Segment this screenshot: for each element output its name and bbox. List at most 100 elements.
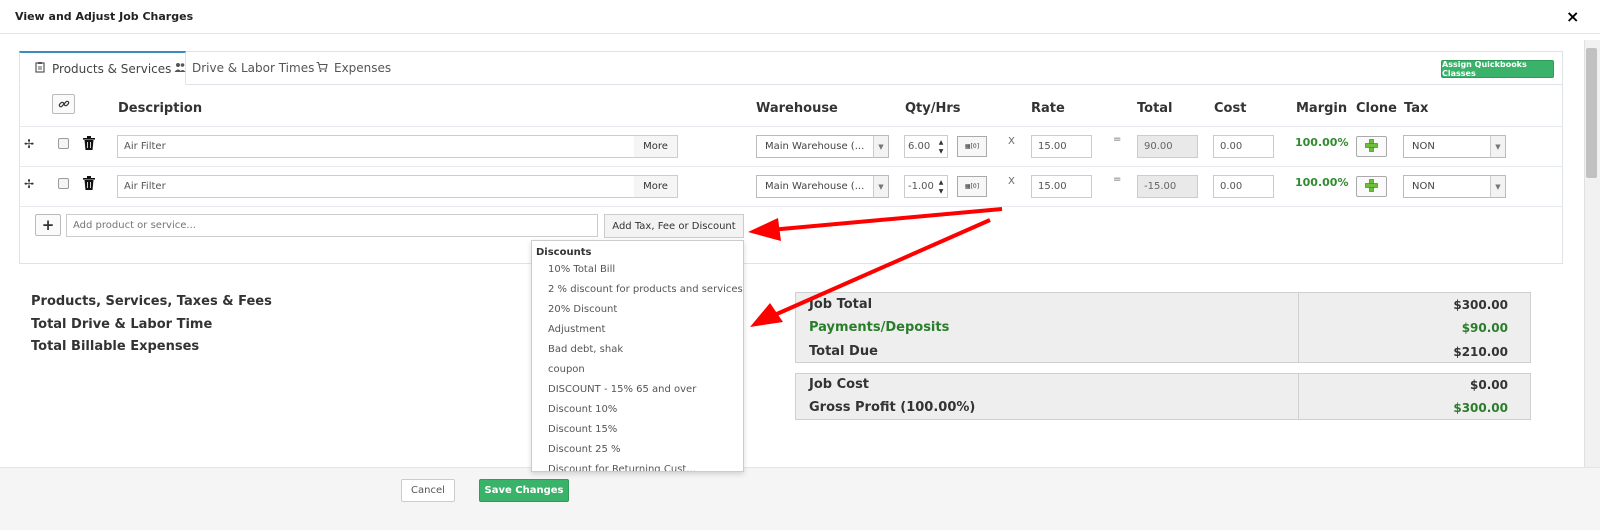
summary-drive-labor: Total Drive & Labor Time bbox=[31, 317, 213, 332]
dropdown-item[interactable]: Discount 25 % bbox=[548, 444, 621, 455]
drag-handle-icon[interactable]: ✢ bbox=[24, 137, 34, 151]
column-header-tax: Tax bbox=[1404, 101, 1429, 116]
description-input[interactable]: Air Filter bbox=[117, 175, 635, 198]
tax-select[interactable]: NON bbox=[1403, 135, 1492, 158]
qty-input[interactable]: -1.00 bbox=[904, 175, 936, 198]
qty-stepper[interactable]: ▲ ▼ bbox=[935, 135, 948, 158]
qty-input[interactable]: 6.00 bbox=[904, 135, 936, 158]
calculator-button[interactable]: ▦ [0] bbox=[957, 176, 987, 197]
summary-billable-expenses: Total Billable Expenses bbox=[31, 339, 200, 354]
equals-sign: = bbox=[1113, 134, 1122, 145]
gross-profit-label: Gross Profit (100.00%) bbox=[809, 400, 976, 415]
chevron-down-icon[interactable]: ▼ bbox=[873, 135, 889, 158]
gross-profit-value: $300.00 bbox=[1453, 401, 1508, 415]
tab-expenses[interactable]: Expenses bbox=[302, 51, 405, 85]
column-header-rate: Rate bbox=[1031, 101, 1065, 116]
cart-icon bbox=[316, 61, 328, 76]
clipboard-icon bbox=[34, 61, 46, 76]
equals-sign: = bbox=[1113, 174, 1122, 185]
warehouse-select[interactable]: Main Warehouse (... bbox=[756, 175, 874, 198]
cost-input[interactable]: 0.00 bbox=[1213, 175, 1274, 198]
chevron-down-icon[interactable]: ▼ bbox=[873, 175, 889, 198]
add-tax-fee-discount-button[interactable]: Add Tax, Fee or Discount bbox=[604, 214, 744, 238]
margin-value: 100.00% bbox=[1295, 176, 1349, 189]
dropdown-item[interactable]: Bad debt, shak bbox=[548, 344, 623, 355]
rate-input[interactable]: 15.00 bbox=[1031, 135, 1092, 158]
modal-title: View and Adjust Job Charges bbox=[15, 10, 194, 23]
total-field: -15.00 bbox=[1137, 175, 1198, 198]
dropdown-item[interactable]: DISCOUNT - 15% 65 and over bbox=[548, 384, 696, 395]
discounts-dropdown: Discounts 10% Total Bill 2 % discount fo… bbox=[531, 240, 744, 472]
dropdown-item[interactable]: Discount for Returning Cust... bbox=[548, 464, 696, 471]
more-button[interactable]: More bbox=[634, 135, 678, 158]
chevron-down-icon[interactable]: ▼ bbox=[1490, 175, 1506, 198]
tab-label: Expenses bbox=[334, 61, 392, 75]
plus-icon bbox=[1365, 177, 1378, 196]
row-divider bbox=[19, 126, 1563, 127]
total-due-label: Total Due bbox=[809, 344, 878, 359]
rate-input[interactable]: 15.00 bbox=[1031, 175, 1092, 198]
totals-divider bbox=[1298, 373, 1299, 420]
save-changes-button[interactable]: Save Changes bbox=[479, 479, 569, 502]
calculator-button[interactable]: ▦ [0] bbox=[957, 136, 987, 157]
column-header-description: Description bbox=[118, 101, 203, 116]
cancel-button[interactable]: Cancel bbox=[401, 479, 455, 502]
cost-input[interactable]: 0.00 bbox=[1213, 135, 1274, 158]
dropdown-header: Discounts bbox=[536, 247, 592, 258]
clone-button[interactable] bbox=[1356, 136, 1387, 157]
dropdown-item[interactable]: coupon bbox=[548, 364, 585, 375]
total-field: 90.00 bbox=[1137, 135, 1198, 158]
trash-icon[interactable] bbox=[83, 175, 95, 194]
job-total-value: $300.00 bbox=[1453, 298, 1508, 312]
summary-products-services: Products, Services, Taxes & Fees bbox=[31, 294, 272, 309]
row-checkbox[interactable] bbox=[58, 178, 69, 189]
warehouse-select[interactable]: Main Warehouse (... bbox=[756, 135, 874, 158]
clone-button[interactable] bbox=[1356, 176, 1387, 197]
add-row-button[interactable]: + bbox=[35, 214, 61, 236]
add-product-input[interactable] bbox=[66, 214, 598, 237]
arrow-head bbox=[750, 303, 783, 327]
totals-divider bbox=[1298, 292, 1299, 363]
plus-icon bbox=[1365, 137, 1378, 156]
margin-value: 100.00% bbox=[1295, 136, 1349, 149]
column-header-warehouse: Warehouse bbox=[756, 101, 838, 116]
row-divider bbox=[19, 166, 1563, 167]
row-divider bbox=[19, 206, 1563, 207]
dropdown-item[interactable]: Adjustment bbox=[548, 324, 605, 335]
modal-footer bbox=[0, 467, 1600, 530]
link-icon bbox=[58, 95, 70, 114]
link-button[interactable] bbox=[52, 94, 75, 114]
people-icon bbox=[174, 61, 186, 76]
drag-handle-icon[interactable]: ✢ bbox=[24, 177, 34, 191]
row-checkbox[interactable] bbox=[58, 138, 69, 149]
modal-header bbox=[0, 0, 1600, 34]
close-icon[interactable]: × bbox=[1566, 7, 1579, 26]
column-header-qty: Qty/Hrs bbox=[905, 101, 961, 116]
job-cost-label: Job Cost bbox=[809, 377, 870, 392]
assign-quickbooks-classes-button[interactable]: Assign Quickbooks Classes bbox=[1441, 60, 1554, 78]
column-header-total: Total bbox=[1137, 101, 1173, 116]
multiply-sign: X bbox=[1008, 176, 1015, 187]
more-button[interactable]: More bbox=[634, 175, 678, 198]
tax-select[interactable]: NON bbox=[1403, 175, 1492, 198]
payments-deposits-value: $90.00 bbox=[1461, 321, 1508, 335]
trash-icon[interactable] bbox=[83, 135, 95, 154]
dropdown-item[interactable]: 10% Total Bill bbox=[548, 264, 615, 275]
column-header-margin: Margin bbox=[1296, 101, 1348, 116]
dropdown-item[interactable]: 2 % discount for products and services bbox=[548, 284, 743, 295]
description-input[interactable]: Air Filter bbox=[117, 135, 635, 158]
job-total-label: Job Total bbox=[809, 297, 873, 312]
qty-stepper[interactable]: ▲ ▼ bbox=[935, 175, 948, 198]
dropdown-item[interactable]: Discount 15% bbox=[548, 424, 617, 435]
total-due-value: $210.00 bbox=[1453, 345, 1508, 359]
tab-label: Products & Services bbox=[52, 61, 172, 76]
column-header-cost: Cost bbox=[1214, 101, 1247, 116]
scrollbar-thumb[interactable] bbox=[1586, 48, 1597, 178]
dropdown-item[interactable]: Discount 10% bbox=[548, 404, 617, 415]
chevron-down-icon[interactable]: ▼ bbox=[1490, 135, 1506, 158]
multiply-sign: X bbox=[1008, 136, 1015, 147]
payments-deposits-label: Payments/Deposits bbox=[809, 320, 950, 335]
dropdown-item[interactable]: 20% Discount bbox=[548, 304, 617, 315]
tab-label: Drive & Labor Times bbox=[192, 61, 315, 75]
column-header-clone: Clone bbox=[1356, 101, 1397, 116]
